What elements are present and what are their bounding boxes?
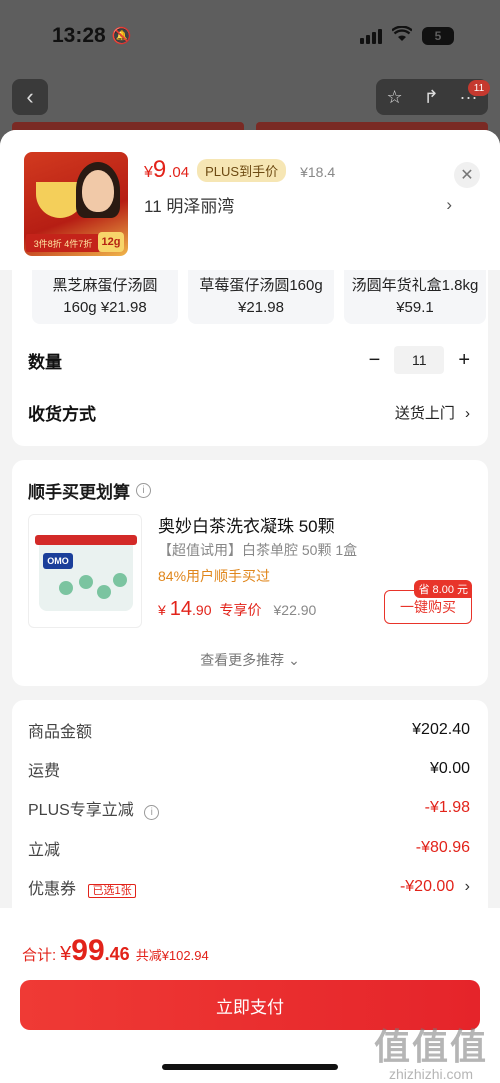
summary-row: PLUS专享立减 i -¥1.98 — [28, 799, 470, 820]
recommend-name[interactable]: 奥妙白茶洗衣凝珠 50颗 — [158, 512, 335, 537]
purchase-sheet: 3件8折 4件7折 12g ¥ 9 .04 PLUS到手价 ¥18.4 ✕ 11… — [0, 130, 500, 1083]
back-button[interactable]: ‹ — [12, 79, 48, 115]
recommend-title: 顺手买更划算 — [28, 483, 130, 502]
total-label: 合计: — [22, 947, 57, 964]
battery-icon: 5 — [422, 27, 454, 45]
shipping-value: 送货上门 — [394, 405, 455, 422]
product-price-row: ¥ 9 .04 PLUS到手价 ¥18.4 — [144, 156, 335, 184]
shipping-row[interactable]: 收货方式 送货上门 › — [28, 400, 470, 425]
total-amount: 99 — [71, 934, 105, 967]
address-row[interactable]: 11 明泽丽湾 › — [144, 192, 452, 217]
shipping-label: 收货方式 — [28, 405, 96, 424]
variant-option[interactable]: 草莓蛋仔汤圆160g ¥21.98 — [188, 270, 334, 324]
thumb-gram: 12g — [98, 232, 124, 252]
options-card: 黑芝麻蛋仔汤圆 160g ¥21.98 草莓蛋仔汤圆160g ¥21.98 汤圆… — [12, 270, 488, 446]
chevron-right-icon: › — [446, 194, 452, 214]
recommend-card: 顺手买更划算 i OMO 奥妙白茶洗衣凝珠 50颗 【超值试用】白茶单腔 50颗… — [12, 460, 488, 686]
favorite-star-icon[interactable]: ☆ — [386, 87, 402, 108]
status-time: 13:28 — [52, 24, 106, 47]
home-indicator — [162, 1064, 338, 1070]
coupon-row[interactable]: 优惠券 已选1张 -¥20.00 › — [28, 875, 470, 899]
chevron-down-icon: ⌄ — [288, 652, 300, 668]
wifi-icon — [391, 25, 413, 47]
message-badge: 11 — [468, 80, 490, 96]
one-click-buy: 省 8.00 元 一键购买 — [384, 580, 472, 624]
summary-row: 运费 ¥0.00 — [28, 760, 470, 780]
mute-bell-icon: 🔕 — [111, 28, 132, 45]
summary-row: 立减 -¥80.96 — [28, 839, 470, 859]
address-text: 11 明泽丽湾 — [144, 197, 235, 216]
recommend-original-price: ¥22.90 — [273, 602, 317, 618]
variant-list: 黑芝麻蛋仔汤圆 160g ¥21.98 草莓蛋仔汤圆160g ¥21.98 汤圆… — [32, 270, 486, 324]
price-integer: 9 — [152, 156, 167, 183]
status-bar: 13:28 🔕 5 — [0, 0, 500, 72]
total-row: 合计: ¥ 99 .46 共减¥102.94 — [22, 934, 209, 967]
price-decimal: .04 — [168, 164, 190, 181]
chevron-right-icon: › — [465, 405, 470, 422]
watermark: 值值值 zhizhizhi.com — [373, 1026, 488, 1082]
recommend-spec: 【超值试用】白茶单腔 50颗 1盒 — [158, 542, 358, 558]
variant-option[interactable]: 汤圆年货礼盒1.8kg ¥59.1 — [344, 270, 486, 324]
thumb-promo: 3件8折 4件7折 — [26, 234, 100, 252]
quantity-stepper: − 11 + — [369, 346, 470, 374]
info-icon[interactable]: i — [144, 805, 160, 820]
quantity-row: 数量 − 11 + — [28, 346, 470, 374]
plus-price-tag: PLUS到手价 — [197, 158, 287, 182]
recommend-social-proof: 84%用户顺手买过 — [158, 568, 271, 584]
recommend-price: ¥ 14 .90 专享价 ¥22.90 — [158, 598, 317, 620]
close-button[interactable]: ✕ — [454, 162, 480, 188]
cell-signal-icon — [360, 28, 382, 44]
summary-row: 商品金额 ¥202.40 — [28, 721, 470, 741]
product-thumbnail: 3件8折 4件7折 12g — [24, 152, 128, 256]
plus-icon[interactable]: + — [458, 349, 470, 372]
price-summary-card: 商品金额 ¥202.40 运费 ¥0.00 PLUS专享立减 i -¥1.98 … — [12, 700, 488, 910]
coupon-tag: 已选1张 — [88, 884, 136, 898]
recommend-product-image[interactable]: OMO — [28, 514, 142, 628]
product-header: 3件8折 4件7折 12g ¥ 9 .04 PLUS到手价 ¥18.4 ✕ 11… — [0, 130, 500, 270]
minus-icon[interactable]: − — [369, 349, 381, 372]
total-saved: 共减¥102.94 — [135, 948, 209, 963]
chevron-right-icon: › — [464, 878, 470, 895]
quantity-label: 数量 — [28, 352, 62, 372]
omo-logo: OMO — [43, 553, 73, 569]
checkout-footer: 合计: ¥ 99 .46 共减¥102.94 立即支付 值值值 zhizhizh… — [0, 908, 500, 1083]
share-icon[interactable]: ↱ — [424, 87, 439, 108]
more-recommend-link[interactable]: 查看更多推荐 ⌄ — [12, 650, 488, 670]
info-icon[interactable]: i — [136, 483, 151, 498]
price-currency: ¥ — [144, 164, 153, 181]
original-price: ¥18.4 — [300, 164, 336, 180]
variant-option[interactable]: 黑芝麻蛋仔汤圆 160g ¥21.98 — [32, 270, 178, 324]
quantity-value[interactable]: 11 — [394, 346, 445, 374]
save-tag: 省 8.00 元 — [414, 580, 472, 598]
